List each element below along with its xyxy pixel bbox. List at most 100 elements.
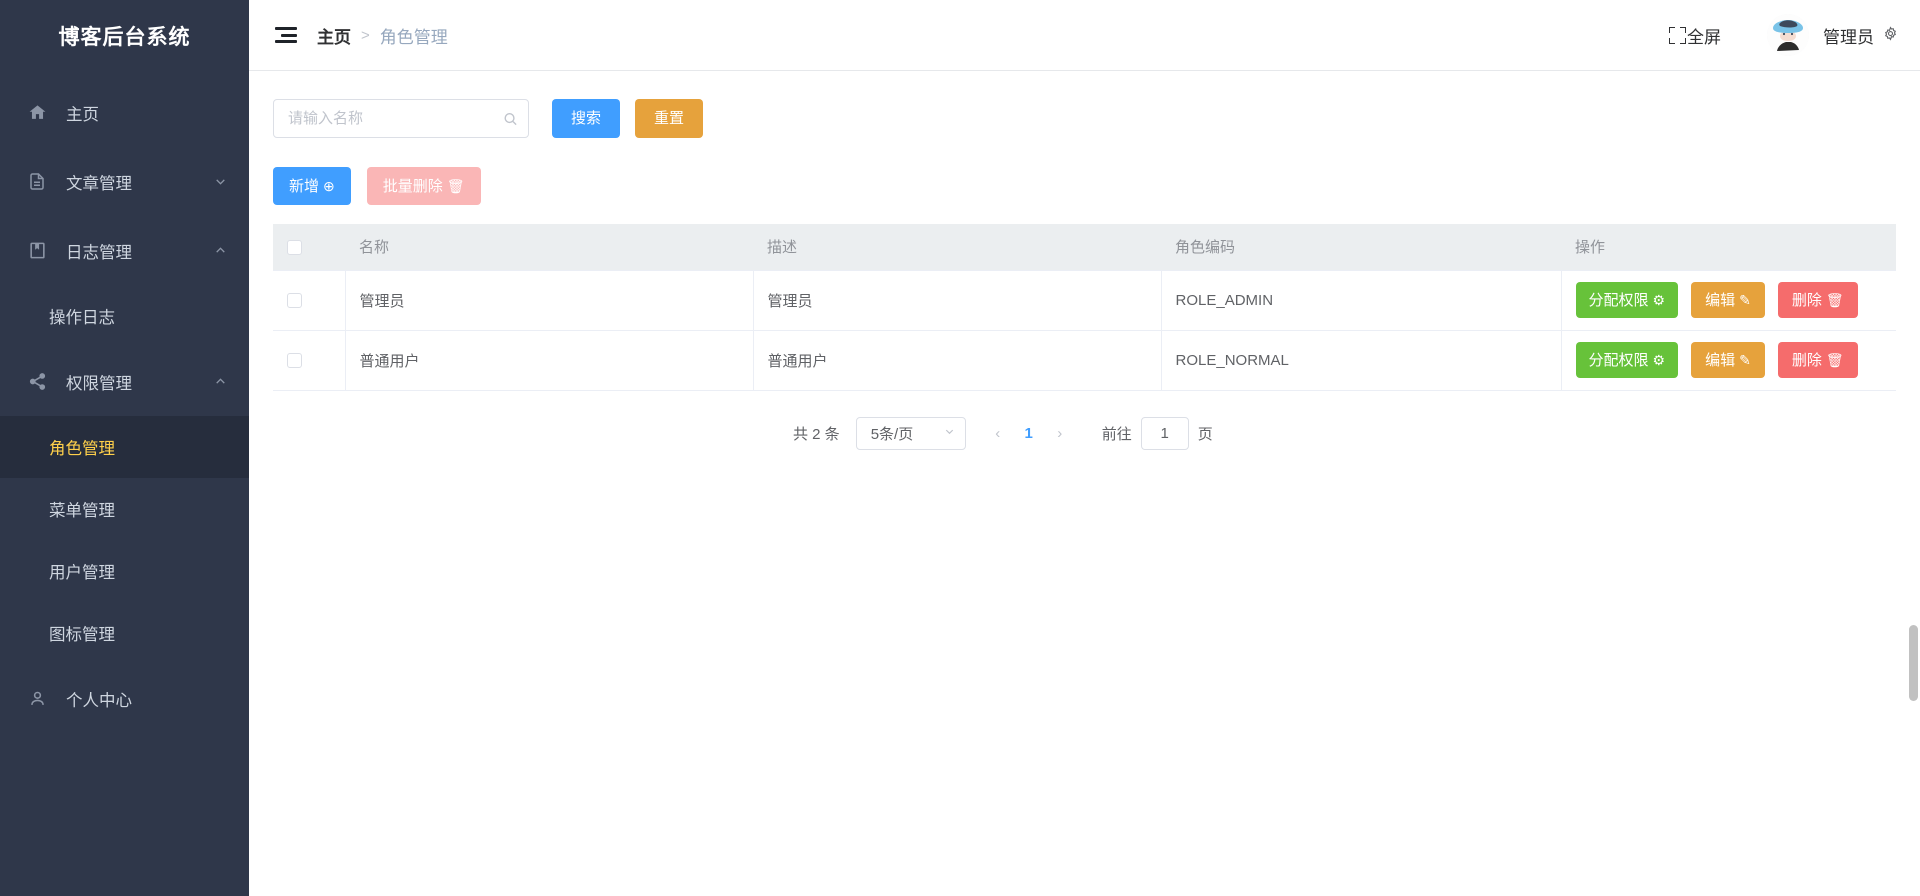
- search-box: [273, 99, 529, 138]
- scrollbar-thumb[interactable]: [1909, 625, 1918, 701]
- fullscreen-button[interactable]: 全屏: [1669, 23, 1721, 48]
- delete-button[interactable]: 删除 🗑: [1777, 282, 1858, 318]
- cell-operations: 分配权限 ⚙ 编辑 ✎ 删除 🗑: [1561, 270, 1896, 331]
- cell-name: 管理员: [345, 270, 754, 331]
- content-area: 搜索 重置 新增 ⊕ 批量删除 🗑: [249, 71, 1920, 450]
- user-avatar: [1767, 14, 1809, 56]
- reset-button[interactable]: 重置: [635, 99, 704, 138]
- sidebar-item-article-management[interactable]: 文章管理: [0, 147, 249, 216]
- add-button[interactable]: 新增 ⊕: [273, 167, 351, 205]
- sidebar-item-label: 日志管理: [66, 243, 132, 262]
- trash-icon: 🗑: [1825, 352, 1844, 368]
- sidebar-item-user-management[interactable]: 用户管理: [0, 540, 249, 602]
- edit-label: 编辑: [1705, 351, 1736, 369]
- edit-button[interactable]: 编辑 ✎: [1691, 342, 1765, 378]
- jump-input[interactable]: [1140, 416, 1189, 450]
- search-input[interactable]: [273, 99, 529, 138]
- app-brand-title: 博客后台系统: [58, 26, 191, 49]
- pagination-next-button[interactable]: ›: [1044, 417, 1076, 449]
- sidebar-item-home[interactable]: 主页: [0, 78, 249, 147]
- home-icon: [28, 103, 54, 123]
- page-size-select[interactable]: 5条/页: [855, 416, 966, 450]
- sidebar-item-label: 角色管理: [49, 440, 115, 458]
- jump-suffix: 页: [1197, 425, 1213, 443]
- fold-menu-icon[interactable]: [275, 27, 297, 43]
- sidebar-item-log-management[interactable]: 日志管理: [0, 216, 249, 285]
- main-area: 主页 > 角色管理 全屏 管理员 请输入名称 搜索 重置 新增 ⊕ 批量删除 🗑…: [249, 0, 1920, 896]
- sidebar-item-personal-center[interactable]: 个人中心: [0, 664, 249, 733]
- pencil-icon: ✎: [1739, 292, 1751, 308]
- chevron-up-icon: [213, 375, 227, 389]
- pagination-prev-button[interactable]: ‹: [982, 417, 1014, 449]
- chevron-up-icon: [213, 244, 227, 258]
- table-header-operations: 操作: [1561, 224, 1896, 271]
- sidebar-item-label: 图标管理: [49, 626, 115, 644]
- assign-permission-button[interactable]: 分配权限 ⚙: [1575, 342, 1679, 378]
- avatar[interactable]: [1767, 14, 1809, 56]
- delete-label: 删除: [1791, 291, 1822, 309]
- trash-icon: 🗑: [1825, 292, 1844, 308]
- assign-permission-button[interactable]: 分配权限 ⚙: [1575, 282, 1679, 318]
- cell-description: 管理员: [753, 270, 1162, 331]
- table-row[interactable]: 普通用户 普通用户 ROLE_NORMAL 分配权限 ⚙ 编辑 ✎ 删除 🗑: [273, 330, 1896, 391]
- breadcrumb: 主页 > 角色管理: [317, 23, 448, 48]
- jump-label: 前往: [1101, 425, 1132, 443]
- sidebar: 博客后台系统 主页 文章管理 日志管理 操作日志 权限管理 角色管理 菜单管理 …: [0, 0, 249, 896]
- sidebar-item-label: 个人中心: [66, 691, 132, 710]
- edit-label: 编辑: [1705, 291, 1736, 309]
- table-header-role-code: 角色编码: [1161, 224, 1561, 271]
- sidebar-item-role-management[interactable]: 角色管理: [0, 416, 249, 478]
- breadcrumb-home[interactable]: 主页: [317, 23, 351, 48]
- bulk-delete-button[interactable]: 批量删除 🗑: [366, 167, 481, 205]
- table-header-row: 名称 描述 角色编码 操作: [273, 224, 1896, 271]
- cell-name: 普通用户: [345, 330, 754, 391]
- sidebar-menu: 主页 文章管理 日志管理 操作日志 权限管理 角色管理 菜单管理 用户管理 图标…: [0, 72, 249, 733]
- share-icon: [28, 372, 54, 392]
- action-bar: 新增 ⊕ 批量删除 🗑: [273, 167, 1896, 205]
- row-checkbox[interactable]: [287, 293, 302, 309]
- chevron-right-icon: >: [361, 26, 370, 44]
- add-button-label: 新增: [289, 177, 320, 195]
- select-all-checkbox[interactable]: [287, 239, 302, 255]
- delete-button[interactable]: 删除 🗑: [1777, 342, 1858, 378]
- table-row[interactable]: 管理员 管理员 ROLE_ADMIN 分配权限 ⚙ 编辑 ✎ 删除 🗑: [273, 270, 1896, 331]
- no-arrow: [213, 692, 227, 706]
- document-icon: [28, 172, 54, 192]
- fullscreen-label: 全屏: [1687, 27, 1721, 47]
- username-label[interactable]: 管理员: [1823, 23, 1874, 48]
- assign-permission-label: 分配权限: [1588, 351, 1649, 369]
- bulk-delete-label: 批量删除: [382, 177, 443, 195]
- sidebar-item-icon-management[interactable]: 图标管理: [0, 602, 249, 664]
- sidebar-item-label: 权限管理: [66, 374, 132, 393]
- table-header-description: 描述: [753, 224, 1161, 271]
- delete-label: 删除: [1791, 351, 1822, 369]
- row-checkbox[interactable]: [287, 353, 302, 369]
- page-size-value: 5条/页: [870, 425, 914, 443]
- sidebar-item-menu-management[interactable]: 菜单管理: [0, 478, 249, 540]
- pagination: 共 2 条 5条/页 ‹ 1 › 前往 页: [273, 416, 1896, 450]
- role-table: 名称 描述 角色编码 操作 管理员 管理员 ROLE_ADMIN 分配权限 ⚙ …: [273, 224, 1896, 391]
- breadcrumb-current: 角色管理: [379, 27, 448, 47]
- page-scrollbar[interactable]: [1905, 0, 1920, 896]
- edit-button[interactable]: 编辑 ✎: [1691, 282, 1765, 318]
- pencil-icon: ✎: [1739, 352, 1751, 368]
- book-icon: [28, 241, 54, 261]
- sidebar-item-permission-management[interactable]: 权限管理: [0, 347, 249, 416]
- sidebar-item-label: 菜单管理: [49, 502, 115, 520]
- trash-icon: 🗑: [446, 178, 465, 194]
- cell-operations: 分配权限 ⚙ 编辑 ✎ 删除 🗑: [1561, 330, 1896, 391]
- table-header-select-all: [273, 224, 345, 271]
- topbar-right: 全屏 管理员: [1669, 14, 1898, 56]
- topbar: 主页 > 角色管理 全屏 管理员: [249, 0, 1920, 71]
- gear-icon[interactable]: [1883, 26, 1898, 44]
- assign-permission-label: 分配权限: [1588, 291, 1649, 309]
- search-button[interactable]: 搜索: [552, 99, 621, 138]
- pagination-page-1[interactable]: 1: [1014, 417, 1044, 449]
- chevron-down-icon: [213, 175, 227, 189]
- sidebar-item-operation-log[interactable]: 操作日志: [0, 285, 249, 347]
- sidebar-item-label: 用户管理: [49, 564, 115, 582]
- gear-icon: ⚙: [1652, 352, 1666, 368]
- cell-role-code: ROLE_NORMAL: [1161, 330, 1562, 391]
- fullscreen-icon: [1669, 26, 1686, 44]
- pagination-jumper: 前往 页: [1101, 416, 1213, 450]
